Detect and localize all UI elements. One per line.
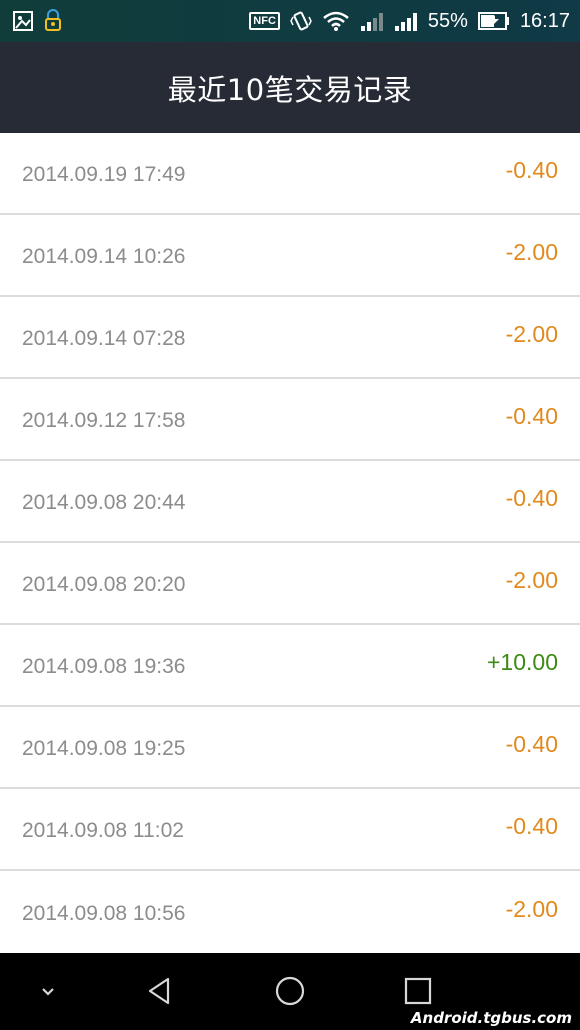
watermark: Android.tgbus.com [410,1009,572,1027]
transaction-list: 2014.09.19 17:49 -0.40 2014.09.14 10:26 -2.… [0,133,580,953]
signal-icon-2 [394,10,418,32]
transaction-datetime: 2014.09.08 19:25 [22,737,186,760]
transaction-datetime: 2014.09.19 17:49 [22,163,186,186]
title-bar: 最近10笔交易记录 [0,42,580,133]
transaction-row[interactable]: 2014.09.08 19:25 -0.40 [0,707,580,789]
transaction-amount: -2.00 [505,238,558,265]
signal-icon [360,10,384,32]
transaction-row[interactable]: 2014.09.08 10:56 -2.00 [0,871,580,953]
transaction-row[interactable]: 2014.09.08 19:36 +10.00 [0,625,580,707]
status-bar: NFC 55% 16:17 [0,0,580,42]
wifi-icon [322,10,350,32]
transaction-datetime: 2014.09.14 10:26 [22,245,186,268]
transaction-datetime: 2014.09.08 20:20 [22,573,186,596]
nfc-icon: NFC [249,12,280,30]
transaction-amount: +10.00 [487,648,558,675]
lock-notification-icon [42,9,64,33]
page-title: 最近10笔交易记录 [167,72,413,107]
transaction-datetime: 2014.09.08 11:02 [22,819,184,842]
vibrate-icon [290,10,312,32]
transaction-row[interactable]: 2014.09.08 20:20 -2.00 [0,543,580,625]
transaction-datetime: 2014.09.12 17:58 [22,409,186,432]
transaction-amount: -0.40 [505,730,558,757]
transaction-amount: -2.00 [505,320,558,347]
transaction-amount: -2.00 [505,895,558,922]
transaction-datetime: 2014.09.08 19:36 [22,655,186,678]
transaction-amount: -2.00 [505,566,558,593]
transaction-amount: -0.40 [505,402,558,429]
transaction-row[interactable]: 2014.09.08 20:44 -0.40 [0,461,580,543]
battery-percent: 55% [427,9,468,32]
transaction-amount: -0.40 [505,484,558,511]
battery-icon [477,11,510,31]
transaction-row[interactable]: 2014.09.14 10:26 -2.00 [0,215,580,297]
recents-icon[interactable] [398,971,438,1011]
navigation-bar: Android.tgbus.com [0,953,580,1030]
home-icon[interactable] [270,971,310,1011]
image-icon [12,10,34,32]
clock: 16:17 [519,9,570,32]
transaction-amount: -0.40 [505,156,558,183]
transaction-datetime: 2014.09.08 20:44 [22,491,186,514]
transaction-datetime: 2014.09.14 07:28 [22,327,186,350]
transaction-row[interactable]: 2014.09.08 11:02 -0.40 [0,789,580,871]
chevron-down-icon[interactable] [28,971,68,1011]
transaction-row[interactable]: 2014.09.19 17:49 -0.40 [0,133,580,215]
transaction-row[interactable]: 2014.09.14 07:28 -2.00 [0,297,580,379]
back-icon[interactable] [140,971,180,1011]
transaction-amount: -0.40 [505,812,558,839]
transaction-row[interactable]: 2014.09.12 17:58 -0.40 [0,379,580,461]
transaction-datetime: 2014.09.08 10:56 [22,902,186,925]
